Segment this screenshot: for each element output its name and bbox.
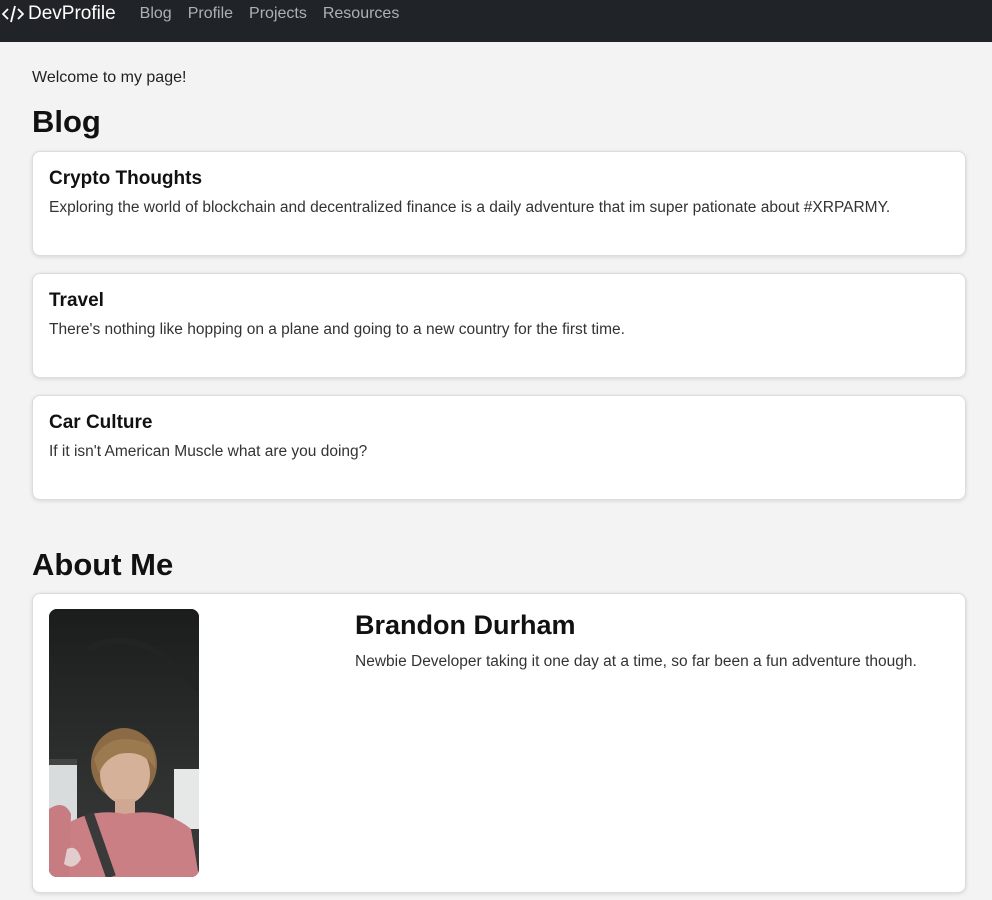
brand-label: DevProfile [28,3,116,24]
blog-post-card: Crypto Thoughts Exploring the world of b… [32,151,966,256]
brand-link[interactable]: DevProfile [2,3,116,25]
profile-photo [49,609,199,877]
about-section-title: About Me [32,547,174,582]
blog-section-title: Blog [32,104,101,139]
blog-post-title: Crypto Thoughts [49,168,203,189]
blog-post-text: There's nothing like hopping on a plane … [49,321,625,338]
code-icon [2,5,24,23]
blog-post-card: Car Culture If it isn't American Muscle … [32,395,966,500]
nav-link-projects[interactable]: Projects [249,5,307,23]
blog-post-card: Travel There's nothing like hopping on a… [32,273,966,378]
profile-photo-image [49,609,199,877]
blog-post-title: Travel [49,290,104,311]
nav-link-profile[interactable]: Profile [188,5,233,23]
blog-post-text: If it isn't American Muscle what are you… [49,443,368,460]
blog-post-title: Car Culture [49,412,153,433]
blog-post-text: Exploring the world of blockchain and de… [49,199,891,216]
about-card: Brandon Durham Newbie Developer taking i… [32,593,966,893]
profile-name: Brandon Durham [355,610,576,640]
profile-bio: Newbie Developer taking it one day at a … [355,653,917,670]
nav-link-resources[interactable]: Resources [323,5,399,23]
welcome-text: Welcome to my page! [32,69,187,86]
nav-link-blog[interactable]: Blog [140,5,172,23]
top-navbar: DevProfile Blog Profile Projects Resourc… [0,0,992,42]
